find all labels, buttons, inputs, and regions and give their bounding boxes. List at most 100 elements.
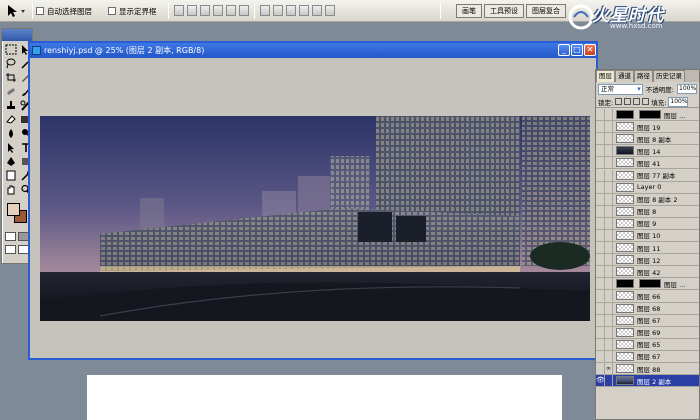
layer-link-icon[interactable] <box>605 133 613 145</box>
auto-select-layer-checkbox[interactable]: 自动选择图层 <box>36 5 92 17</box>
visibility-eye-icon[interactable] <box>596 157 605 169</box>
visibility-eye-icon[interactable] <box>596 363 605 375</box>
layer-link-icon[interactable] <box>605 350 613 362</box>
tab-channels[interactable]: 通道 <box>615 70 634 82</box>
distribute-bottom-icon[interactable] <box>286 5 296 16</box>
visibility-eye-icon[interactable] <box>596 302 605 314</box>
layer-link-icon[interactable] <box>605 145 613 157</box>
layer-row[interactable]: ∞ 图层 88 <box>596 362 699 376</box>
align-hcenter-icon[interactable] <box>226 5 236 16</box>
visibility-eye-icon[interactable] <box>596 290 605 302</box>
visibility-eye-icon[interactable] <box>596 133 605 145</box>
eraser-icon[interactable] <box>4 113 18 126</box>
tab-layers[interactable]: 图层 <box>596 70 615 82</box>
notes-icon[interactable] <box>4 169 18 182</box>
visibility-eye-icon[interactable] <box>596 121 605 133</box>
layer-mask-thumbnail[interactable] <box>639 110 661 120</box>
align-right-icon[interactable] <box>239 5 249 16</box>
visibility-eye-icon[interactable] <box>596 181 605 193</box>
distribute-hcenter-icon[interactable] <box>312 5 322 16</box>
visibility-eye-icon[interactable] <box>596 193 605 205</box>
layer-link-icon[interactable] <box>605 242 613 254</box>
layer-row[interactable]: 图层 77 副本 <box>596 169 699 182</box>
visibility-eye-icon[interactable] <box>596 254 605 266</box>
layer-row[interactable]: 图层 8 <box>596 205 699 218</box>
maximize-button[interactable]: □ <box>571 44 583 56</box>
layer-row[interactable]: 图层 41 <box>596 157 699 170</box>
layer-link-icon[interactable] <box>605 157 613 169</box>
layer-row[interactable]: 图层 11 <box>596 242 699 255</box>
layer-mask-thumbnail[interactable] <box>639 279 661 289</box>
layer-row[interactable]: 图层 12 <box>596 254 699 267</box>
layer-link-icon[interactable] <box>605 326 613 338</box>
path-select-icon[interactable] <box>4 141 18 154</box>
layer-row[interactable]: 图层 67 <box>596 350 699 363</box>
distribute-left-icon[interactable] <box>299 5 309 16</box>
visibility-eye-icon[interactable] <box>596 242 605 254</box>
healing-icon[interactable] <box>4 85 18 98</box>
palette-tab-layer-comps[interactable]: 图层复合 <box>526 4 566 18</box>
foreground-color-swatch[interactable] <box>7 203 20 216</box>
distribute-right-icon[interactable] <box>325 5 335 16</box>
layer-row[interactable]: 图层 19 <box>596 121 699 134</box>
hand-icon[interactable] <box>4 183 18 196</box>
align-bottom-icon[interactable] <box>200 5 210 16</box>
minimize-button[interactable]: _ <box>558 44 570 56</box>
layer-row[interactable]: 图层 8 副本 2 <box>596 193 699 206</box>
layer-row[interactable]: 图层 10 <box>596 229 699 243</box>
layer-row[interactable]: 图层 68 <box>596 302 699 315</box>
layer-row[interactable]: 图层 ... <box>596 109 699 122</box>
layer-row[interactable]: 图层 69 <box>596 326 699 339</box>
visibility-eye-icon[interactable] <box>596 314 605 326</box>
stamp-icon[interactable] <box>4 99 18 112</box>
visibility-eye-icon[interactable] <box>596 350 605 362</box>
layer-link-icon[interactable] <box>605 217 613 229</box>
layer-row[interactable]: 👁 图层 2 副本 <box>596 375 699 388</box>
visibility-eye-icon[interactable] <box>596 145 605 157</box>
layer-link-icon[interactable] <box>605 302 613 314</box>
visibility-eye-icon[interactable] <box>596 229 605 241</box>
distribute-top-icon[interactable] <box>260 5 270 16</box>
layer-row[interactable]: 图层 9 <box>596 217 699 230</box>
layer-link-icon[interactable]: ∞ <box>605 363 613 375</box>
visibility-eye-icon[interactable] <box>596 109 605 121</box>
layer-row[interactable]: 图层 66 <box>596 290 699 303</box>
layer-link-icon[interactable] <box>605 109 613 121</box>
layer-link-icon[interactable] <box>605 254 613 266</box>
tab-history[interactable]: 历史记录 <box>653 70 685 82</box>
layer-row[interactable]: 图层 8 副本 <box>596 133 699 146</box>
layer-link-icon[interactable] <box>605 205 613 217</box>
marquee-icon[interactable] <box>4 43 18 56</box>
layer-link-icon[interactable] <box>605 314 613 326</box>
standard-mode-icon[interactable] <box>5 232 16 241</box>
align-top-icon[interactable] <box>174 5 184 16</box>
layer-link-icon[interactable] <box>605 290 613 302</box>
align-vcenter-icon[interactable] <box>187 5 197 16</box>
layer-link-icon[interactable] <box>605 375 613 387</box>
visibility-eye-icon[interactable] <box>596 205 605 217</box>
close-button[interactable]: ✕ <box>584 44 596 56</box>
align-left-icon[interactable] <box>213 5 223 16</box>
layer-link-icon[interactable] <box>605 181 613 193</box>
layer-row[interactable]: 图层 67 <box>596 314 699 327</box>
lock-paint-icon[interactable] <box>624 98 632 105</box>
visibility-eye-icon[interactable] <box>596 217 605 229</box>
layer-link-icon[interactable] <box>605 169 613 181</box>
document-title-bar[interactable]: renshiyj.psd @ 25% (图层 2 副本, RGB/8) <box>30 43 596 58</box>
layer-row[interactable]: 图层 14 <box>596 145 699 158</box>
visibility-eye-icon[interactable] <box>596 338 605 350</box>
tab-paths[interactable]: 路径 <box>634 70 653 82</box>
distribute-vcenter-icon[interactable] <box>273 5 283 16</box>
palette-tab-tool-presets[interactable]: 工具预设 <box>484 4 524 18</box>
visibility-eye-icon[interactable]: 👁 <box>596 375 605 387</box>
move-tool-preset-icon[interactable] <box>4 3 30 19</box>
layer-link-icon[interactable] <box>605 229 613 241</box>
layer-link-icon[interactable] <box>605 121 613 133</box>
crop-icon[interactable] <box>4 71 18 84</box>
visibility-eye-icon[interactable] <box>596 278 605 290</box>
blend-mode-select[interactable]: 正常 <box>598 83 643 95</box>
opacity-field[interactable]: 100% <box>677 84 697 94</box>
lock-move-icon[interactable] <box>633 98 641 105</box>
layer-row[interactable]: Layer 0 <box>596 181 699 194</box>
checkbox-box[interactable] <box>108 7 116 15</box>
